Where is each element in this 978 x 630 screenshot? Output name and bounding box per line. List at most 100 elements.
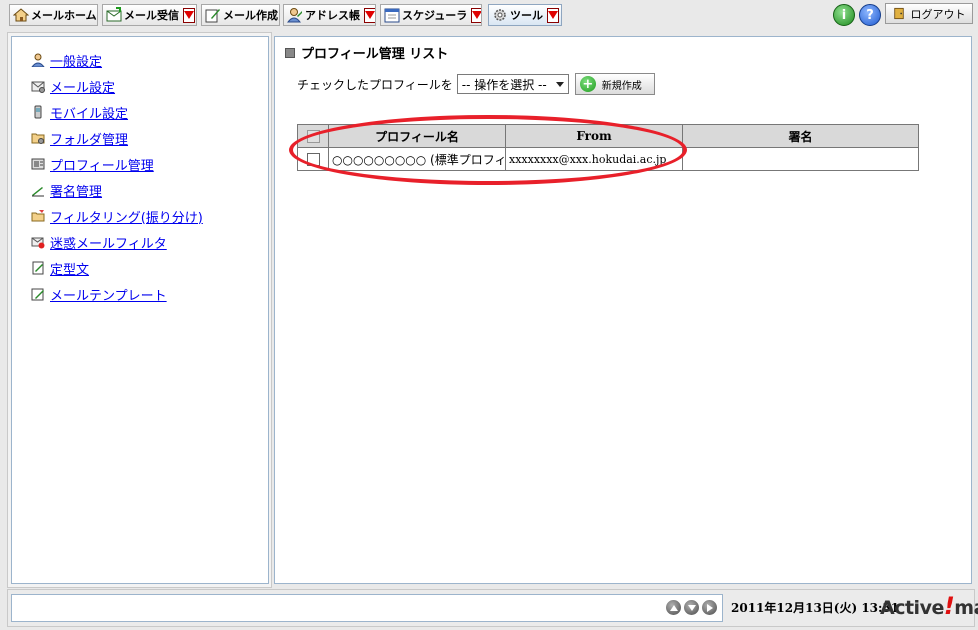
calendar-icon (384, 8, 400, 23)
sidebar-item-label[interactable]: フィルタリング(振り分け) (50, 207, 203, 226)
sidebar-item-label[interactable]: メールテンプレート (50, 285, 167, 304)
logout-button[interactable]: ログアウト (885, 3, 973, 24)
scroll-right-button[interactable] (702, 600, 717, 615)
folder-icon (31, 133, 45, 144)
tab-mail-compose-label: メール作成 (223, 9, 278, 22)
column-header-profile-name: プロフィール名 (328, 124, 506, 148)
main-panel: プロフィール管理 リスト チェックしたプロフィールを -- 操作を選択 -- +… (274, 36, 972, 584)
address-book-icon (287, 8, 302, 23)
sidebar-item-label[interactable]: 定型文 (50, 259, 89, 278)
select-all-checkbox[interactable] (306, 130, 320, 143)
info-icon[interactable]: i (833, 4, 855, 26)
sidebar-item-label[interactable]: 迷惑メールフィルタ (50, 233, 167, 252)
tab-address-book[interactable]: アドレス帳 (283, 4, 376, 26)
filter-icon (31, 210, 45, 222)
help-icon[interactable]: ? (859, 4, 881, 26)
dropdown-arrow-icon (184, 11, 194, 19)
tab-mail-receive-label: メール受信 (124, 9, 179, 22)
sidebar-item-profile-management[interactable]: プロフィール管理 (31, 151, 268, 177)
profile-icon (31, 158, 45, 170)
arrow-down-icon (687, 604, 696, 611)
profile-name-cell[interactable]: ○○○○○○○○○ (標準プロフィール) (328, 147, 506, 171)
page-title-text: プロフィール管理 リスト (301, 47, 449, 62)
plus-icon: + (579, 76, 596, 92)
gear-icon (494, 9, 506, 21)
sidebar-item-mobile-settings[interactable]: モバイル設定 (31, 99, 268, 125)
sidebar: 一般設定 メール設定 モバイル設定 フォルダ管理 プロフィール管理 署名管理 フ… (11, 36, 269, 584)
sidebar-item-label[interactable]: メール設定 (50, 77, 115, 96)
home-icon (13, 8, 29, 22)
sidebar-item-label[interactable]: フォルダ管理 (50, 129, 128, 148)
spam-filter-icon (31, 237, 45, 249)
bulk-action-select-value: -- 操作を選択 -- (461, 77, 547, 92)
tab-mail-home[interactable]: メールホーム (9, 4, 98, 26)
bulk-action-select[interactable]: -- 操作を選択 -- (456, 74, 569, 94)
page-title: プロフィール管理 リスト (285, 43, 448, 62)
tab-tools[interactable]: ツール (488, 4, 562, 26)
tab-address-book-label: アドレス帳 (305, 9, 360, 22)
profile-signature-cell (682, 147, 919, 171)
profile-from-cell: xxxxxxxx@xxx.hokudai.ac.jp (505, 147, 683, 171)
new-profile-button-label: 新規作成 (601, 80, 642, 92)
tab-scheduler-dropdown[interactable] (471, 7, 481, 23)
table-row[interactable]: ○○○○○○○○○ (標準プロフィール) xxxxxxxx@xxx.hokuda… (297, 147, 919, 171)
sidebar-item-folder-management[interactable]: フォルダ管理 (31, 125, 268, 151)
mail-settings-icon (31, 81, 45, 93)
sidebar-menu: 一般設定 メール設定 モバイル設定 フォルダ管理 プロフィール管理 署名管理 フ… (12, 37, 268, 307)
top-toolbar: メールホーム メール受信 メール作成 アドレス帳 スケジューラ ツール i ? … (0, 0, 978, 30)
chevron-down-icon (555, 81, 564, 87)
arrow-up-icon (669, 604, 678, 611)
tab-scheduler[interactable]: スケジューラ (380, 4, 482, 26)
dropdown-arrow-icon (548, 11, 558, 19)
dropdown-arrow-icon (365, 11, 375, 19)
sidebar-item-mail-template[interactable]: メールテンプレート (31, 281, 268, 307)
sidebar-item-label[interactable]: 一般設定 (50, 51, 102, 70)
logout-label: ログアウト (910, 7, 966, 21)
mail-template-icon (31, 288, 44, 301)
inbox-icon (106, 7, 122, 22)
sidebar-item-mail-settings[interactable]: メール設定 (31, 73, 268, 99)
user-settings-icon (31, 53, 45, 67)
logo-mark: ! (943, 592, 955, 620)
sidebar-item-spam-filter[interactable]: 迷惑メールフィルタ (31, 229, 268, 255)
arrow-right-icon (706, 603, 713, 612)
logo-text-active: Active (880, 597, 944, 619)
mobile-icon (34, 105, 42, 119)
compose-icon (205, 9, 220, 23)
help-icon-glyph: ? (866, 7, 874, 23)
column-header-signature: 署名 (682, 124, 919, 148)
dropdown-arrow-icon (472, 11, 481, 19)
logo-text-mail: mail (954, 597, 978, 619)
select-all-cell[interactable] (297, 124, 329, 148)
column-header-from: From (505, 124, 683, 148)
door-icon (893, 7, 904, 20)
tab-mail-compose[interactable]: メール作成 (201, 4, 280, 26)
sidebar-item-signature-management[interactable]: 署名管理 (31, 177, 268, 203)
activemail-logo: Active!mail (880, 592, 978, 620)
current-datetime: 2011年12月13日(火) 13:31 (731, 601, 900, 615)
tab-tools-dropdown[interactable] (547, 7, 559, 23)
table-header-row: プロフィール名 From 署名 (297, 124, 919, 148)
template-text-icon (32, 261, 44, 275)
row-select-cell[interactable] (297, 147, 329, 171)
tab-mail-home-label: メールホーム (31, 9, 97, 22)
tab-mail-receive-dropdown[interactable] (183, 7, 195, 23)
sidebar-item-general-settings[interactable]: 一般設定 (31, 47, 268, 73)
row-checkbox[interactable] (306, 153, 320, 166)
tab-address-book-dropdown[interactable] (364, 7, 375, 23)
tab-mail-receive[interactable]: メール受信 (102, 4, 197, 26)
sidebar-item-label[interactable]: 署名管理 (50, 181, 102, 200)
signature-pen-icon (32, 187, 44, 197)
profile-table: プロフィール名 From 署名 ○○○○○○○○○ (標準プロフィール) xxx… (297, 124, 919, 171)
bulk-action-row: チェックしたプロフィールを -- 操作を選択 -- + 新規作成 (297, 73, 655, 95)
sidebar-item-fixed-phrases[interactable]: 定型文 (31, 255, 268, 281)
sidebar-item-label[interactable]: モバイル設定 (50, 103, 128, 122)
tab-scheduler-label: スケジューラ (402, 9, 468, 22)
bulk-action-label: チェックしたプロフィールを (297, 77, 453, 92)
sidebar-item-label[interactable]: プロフィール管理 (50, 155, 154, 174)
sidebar-item-filtering[interactable]: フィルタリング(振り分け) (31, 203, 268, 229)
scroll-up-button[interactable] (666, 600, 681, 615)
scroll-down-button[interactable] (684, 600, 699, 615)
new-profile-button[interactable]: + 新規作成 (574, 73, 655, 95)
square-bullet-icon (285, 47, 295, 58)
